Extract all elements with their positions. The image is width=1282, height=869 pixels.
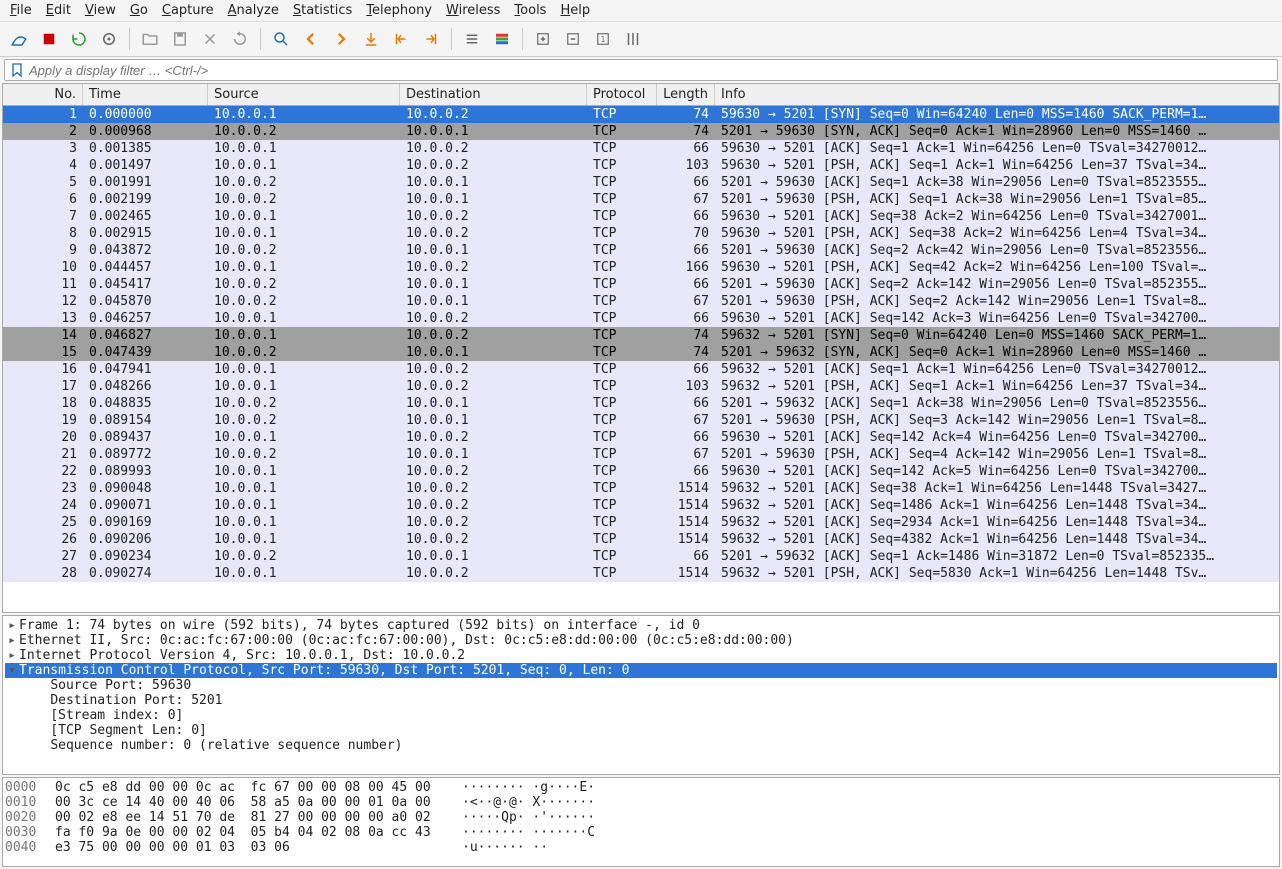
jump-to-button[interactable] [358, 26, 384, 52]
detail-line[interactable]: [Stream index: 0] [5, 708, 1277, 723]
packet-row[interactable]: 240.09007110.0.0.110.0.0.2TCP151459632 →… [3, 497, 1279, 514]
packet-bytes[interactable]: 00000c c5 e8 dd 00 00 0c ac fc 67 00 00 … [2, 777, 1280, 867]
hex-row[interactable]: 0030fa f0 9a 0e 00 00 02 04 05 b4 04 02 … [5, 825, 1277, 840]
detail-line[interactable]: [TCP Segment Len: 0] [5, 723, 1277, 738]
packet-row[interactable]: 190.08915410.0.0.210.0.0.1TCP675201 → 59… [3, 412, 1279, 429]
display-filter-bar[interactable] [4, 59, 1278, 81]
packet-list-body[interactable]: 10.00000010.0.0.110.0.0.2TCP7459630 → 52… [3, 106, 1279, 612]
detail-line[interactable]: Sequence number: 0 (relative sequence nu… [5, 738, 1277, 753]
shark-fin-icon[interactable] [6, 26, 32, 52]
go-forward-button[interactable] [328, 26, 354, 52]
svg-text:1: 1 [601, 35, 606, 44]
close-file-button[interactable] [197, 26, 223, 52]
zoom-out-button[interactable] [560, 26, 586, 52]
open-file-button[interactable] [137, 26, 163, 52]
menu-help[interactable]: Help [560, 3, 590, 18]
packet-row[interactable]: 70.00246510.0.0.110.0.0.2TCP6659630 → 52… [3, 208, 1279, 225]
packet-list: No. Time Source Destination Protocol Len… [2, 83, 1280, 613]
packet-row[interactable]: 200.08943710.0.0.110.0.0.2TCP6659630 → 5… [3, 429, 1279, 446]
packet-list-header[interactable]: No. Time Source Destination Protocol Len… [3, 84, 1279, 106]
reload-button[interactable] [227, 26, 253, 52]
col-destination[interactable]: Destination [400, 84, 587, 105]
capture-options-button[interactable] [96, 26, 122, 52]
col-time[interactable]: Time [83, 84, 208, 105]
packet-row[interactable]: 270.09023410.0.0.210.0.0.1TCP665201 → 59… [3, 548, 1279, 565]
zoom-in-button[interactable] [530, 26, 556, 52]
packet-row[interactable]: 170.04826610.0.0.110.0.0.2TCP10359632 → … [3, 378, 1279, 395]
hex-row[interactable]: 00000c c5 e8 dd 00 00 0c ac fc 67 00 00 … [5, 780, 1277, 795]
packet-row[interactable]: 250.09016910.0.0.110.0.0.2TCP151459632 →… [3, 514, 1279, 531]
packet-row[interactable]: 210.08977210.0.0.210.0.0.1TCP675201 → 59… [3, 446, 1279, 463]
col-no[interactable]: No. [3, 84, 83, 105]
detail-line[interactable]: Destination Port: 5201 [5, 693, 1277, 708]
menu-edit[interactable]: Edit [46, 3, 71, 18]
packet-row[interactable]: 160.04794110.0.0.110.0.0.2TCP6659632 → 5… [3, 361, 1279, 378]
packet-row[interactable]: 280.09027410.0.0.110.0.0.2TCP151459632 →… [3, 565, 1279, 582]
menu-analyze[interactable]: Analyze [228, 3, 279, 18]
menu-file[interactable]: File [10, 3, 32, 18]
packet-row[interactable]: 40.00149710.0.0.110.0.0.2TCP10359630 → 5… [3, 157, 1279, 174]
stop-capture-button[interactable] [36, 26, 62, 52]
menu-view[interactable]: View [85, 3, 116, 18]
packet-row[interactable]: 20.00096810.0.0.210.0.0.1TCP745201 → 596… [3, 123, 1279, 140]
restart-capture-button[interactable] [66, 26, 92, 52]
go-last-button[interactable] [418, 26, 444, 52]
packet-row[interactable]: 220.08999310.0.0.110.0.0.2TCP6659630 → 5… [3, 463, 1279, 480]
col-info[interactable]: Info [715, 84, 1279, 105]
packet-row[interactable]: 260.09020610.0.0.110.0.0.2TCP151459632 →… [3, 531, 1279, 548]
menu-capture[interactable]: Capture [162, 3, 214, 18]
detail-line[interactable]: Source Port: 59630 [5, 678, 1277, 693]
menu-tools[interactable]: Tools [514, 3, 546, 18]
save-file-button[interactable] [167, 26, 193, 52]
zoom-reset-button[interactable]: 1 [590, 26, 616, 52]
detail-line[interactable]: ▾Transmission Control Protocol, Src Port… [5, 663, 1277, 678]
packet-row[interactable]: 90.04387210.0.0.210.0.0.1TCP665201 → 596… [3, 242, 1279, 259]
display-filter-input[interactable] [29, 63, 1273, 78]
hex-row[interactable]: 002000 02 e8 ee 14 51 70 de 81 27 00 00 … [5, 810, 1277, 825]
detail-line[interactable]: ▸Internet Protocol Version 4, Src: 10.0.… [5, 648, 1277, 663]
go-first-button[interactable] [388, 26, 414, 52]
detail-line[interactable]: ▸Ethernet II, Src: 0c:ac:fc:67:00:00 (0c… [5, 633, 1277, 648]
packet-row[interactable]: 150.04743910.0.0.210.0.0.1TCP745201 → 59… [3, 344, 1279, 361]
col-length[interactable]: Length [657, 84, 715, 105]
col-protocol[interactable]: Protocol [587, 84, 657, 105]
packet-row[interactable]: 120.04587010.0.0.210.0.0.1TCP675201 → 59… [3, 293, 1279, 310]
resize-columns-button[interactable] [620, 26, 646, 52]
packet-row[interactable]: 140.04682710.0.0.110.0.0.2TCP7459632 → 5… [3, 327, 1279, 344]
bookmark-icon[interactable] [9, 62, 25, 78]
packet-row[interactable]: 180.04883510.0.0.210.0.0.1TCP665201 → 59… [3, 395, 1279, 412]
menubar: File Edit View Go Capture Analyze Statistics Te… [0, 0, 1282, 22]
menu-go[interactable]: Go [130, 3, 148, 18]
packet-row[interactable]: 100.04445710.0.0.110.0.0.2TCP16659630 → … [3, 259, 1279, 276]
detail-line[interactable]: ▸Frame 1: 74 bytes on wire (592 bits), 7… [5, 618, 1277, 633]
packet-row[interactable]: 50.00199110.0.0.210.0.0.1TCP665201 → 596… [3, 174, 1279, 191]
packet-row[interactable]: 10.00000010.0.0.110.0.0.2TCP7459630 → 52… [3, 106, 1279, 123]
packet-row[interactable]: 30.00138510.0.0.110.0.0.2TCP6659630 → 52… [3, 140, 1279, 157]
menu-statistics[interactable]: Statistics [293, 3, 352, 18]
packet-row[interactable]: 130.04625710.0.0.110.0.0.2TCP6659630 → 5… [3, 310, 1279, 327]
auto-scroll-button[interactable] [459, 26, 485, 52]
hex-row[interactable]: 001000 3c ce 14 40 00 40 06 58 a5 0a 00 … [5, 795, 1277, 810]
menu-wireless[interactable]: Wireless [446, 3, 500, 18]
menu-telephony[interactable]: Telephony [366, 3, 432, 18]
colorize-button[interactable] [489, 26, 515, 52]
packet-details[interactable]: ▸Frame 1: 74 bytes on wire (592 bits), 7… [2, 615, 1280, 775]
packet-row[interactable]: 110.04541710.0.0.210.0.0.1TCP665201 → 59… [3, 276, 1279, 293]
find-button[interactable] [268, 26, 294, 52]
go-back-button[interactable] [298, 26, 324, 52]
packet-row[interactable]: 60.00219910.0.0.210.0.0.1TCP675201 → 596… [3, 191, 1279, 208]
packet-row[interactable]: 230.09004810.0.0.110.0.0.2TCP151459632 →… [3, 480, 1279, 497]
col-source[interactable]: Source [208, 84, 400, 105]
hex-row[interactable]: 0040e3 75 00 00 00 00 01 03 03 06 ·u····… [5, 840, 1277, 855]
packet-row[interactable]: 80.00291510.0.0.110.0.0.2TCP7059630 → 52… [3, 225, 1279, 242]
toolbar: 1 [0, 22, 1282, 57]
